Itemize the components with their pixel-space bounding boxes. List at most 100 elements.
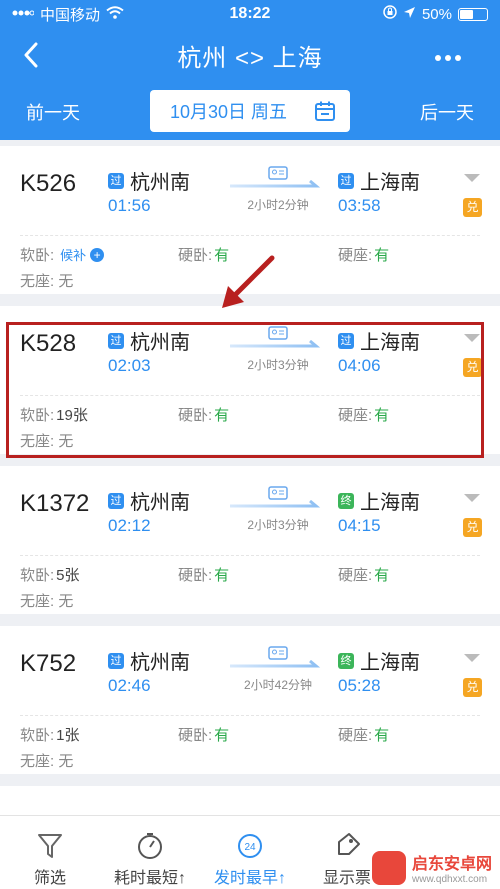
nav-bar: 杭州 <> 上海 [0, 28, 500, 82]
hard-seat-label: 硬座: [338, 247, 373, 264]
travel-duration: 2小时42分钟 [243, 678, 313, 692]
chevron-down-icon[interactable] [464, 494, 480, 502]
route-arrow-icon [230, 500, 321, 508]
arrival-station-name: 上海南 [360, 652, 420, 674]
arrival-time: 03:58 [338, 196, 381, 215]
train-number: K526 [20, 170, 77, 197]
hard-sleeper: 硬卧: 有 [178, 564, 229, 585]
arrival-badge: 终 [338, 652, 354, 669]
train-card[interactable]: K1372 过 杭州南 02:12 2小时3分钟 终 上海南 04:15 兑 软… [0, 466, 500, 614]
chevron-down-icon[interactable] [464, 654, 480, 662]
hard-sleeper-value: 有 [214, 567, 230, 584]
route-arrow-icon [230, 660, 321, 668]
prev-day-button[interactable]: 前一天 [26, 99, 80, 125]
date-selector[interactable]: 10月30日 周五 [150, 90, 350, 132]
soft-sleeper-value: 候补 [60, 248, 87, 263]
train-number: K752 [20, 650, 77, 677]
battery-icon [458, 7, 488, 21]
no-seat-value: 无 [58, 273, 74, 290]
plus-icon[interactable]: + [90, 247, 105, 262]
departure-time: 02:12 [108, 516, 151, 535]
train-number: K1372 [20, 490, 90, 517]
soft-sleeper-label: 软卧: [20, 247, 55, 264]
train-card[interactable]: K752 过 杭州南 02:46 2小时42分钟 终 上海南 05:28 兑 软… [0, 626, 500, 774]
departure-station-name: 杭州南 [130, 172, 190, 194]
travel-duration: 2小时3分钟 [247, 518, 309, 532]
hard-sleeper-label: 硬卧: [178, 727, 213, 744]
hard-seat-value: 有 [374, 247, 390, 264]
arrival-badge: 终 [338, 492, 354, 509]
no-seat: 无座: 无 [20, 270, 73, 291]
no-seat-label: 无座: [20, 273, 55, 290]
departure-badge: 过 [108, 172, 124, 189]
chevron-down-icon[interactable] [464, 174, 480, 182]
divider [20, 715, 480, 716]
tab-label: 显示票 [322, 870, 371, 887]
departure-time: 01:56 [108, 196, 151, 215]
soft-sleeper-value: 1张 [56, 727, 80, 744]
battery-fill [460, 9, 473, 19]
soft-sleeper: 软卧: 1张 [20, 724, 80, 745]
soft-sleeper[interactable]: 软卧: 候补 + [20, 244, 105, 265]
soft-sleeper: 软卧: 5张 [20, 564, 80, 585]
highlight-box [6, 322, 484, 458]
watermark: 启东安卓网 www.qdhxxt.com [370, 846, 500, 889]
route-arrow-icon [230, 180, 321, 188]
departure-badge: 过 [108, 652, 124, 669]
tab-earliest-departure[interactable]: 24 发时最早↑ [208, 816, 292, 889]
hard-seat: 硬座: 有 [338, 564, 389, 585]
arrival-station-name: 上海南 [360, 172, 420, 194]
hard-seat: 硬座: 有 [338, 244, 389, 265]
arrival-station: 终 上海南 [338, 646, 420, 675]
redeem-badge: 兑 [463, 518, 482, 537]
hard-sleeper-label: 硬卧: [178, 247, 213, 264]
date-bar: 前一天 10月30日 周五 后一天 [0, 82, 500, 140]
clock-24-icon: 24 [236, 832, 264, 860]
hard-sleeper-label: 硬卧: [178, 567, 213, 584]
hard-sleeper: 硬卧: 有 [178, 724, 229, 745]
train-card-partial[interactable] [0, 786, 500, 816]
filter-icon [37, 832, 63, 860]
red-arrow-icon [222, 255, 275, 308]
arrival-time: 05:28 [338, 676, 381, 695]
date-label: 10月30日 周五 [170, 102, 288, 122]
arrival-station: 终 上海南 [338, 486, 420, 515]
no-seat-label: 无座: [20, 753, 55, 770]
divider [20, 555, 480, 556]
hard-sleeper-value: 有 [214, 727, 230, 744]
next-day-button[interactable]: 后一天 [420, 99, 474, 125]
tab-shortest-duration[interactable]: 耗时最短↑ [108, 816, 192, 889]
hard-seat-label: 硬座: [338, 727, 373, 744]
page-title: 杭州 <> 上海 [177, 44, 323, 72]
departure-time: 02:46 [108, 676, 151, 695]
soft-sleeper-value: 5张 [56, 567, 80, 584]
arrival-badge: 过 [338, 172, 354, 189]
divider [20, 235, 480, 236]
tab-label: 筛选 [33, 870, 66, 887]
no-seat-value: 无 [58, 753, 74, 770]
redeem-badge: 兑 [463, 678, 482, 697]
more-button[interactable] [434, 42, 462, 64]
arrival-station-name: 上海南 [360, 492, 420, 514]
hard-seat-value: 有 [374, 567, 390, 584]
arrival-time: 04:15 [338, 516, 381, 535]
tab-label: 发时最早↑ [213, 870, 286, 887]
redeem-badge: 兑 [463, 198, 482, 217]
hard-seat-label: 硬座: [338, 567, 373, 584]
clock-badge: 24 [244, 842, 256, 853]
watermark-logo-icon [372, 850, 406, 885]
tab-filter[interactable]: 筛选 [26, 816, 74, 889]
no-seat-value: 无 [58, 593, 74, 610]
watermark-subtitle: www.qdhxxt.com [412, 874, 488, 885]
ticket-icon [333, 832, 361, 860]
departure-station: 过 杭州南 [108, 646, 190, 675]
departure-station-name: 杭州南 [130, 492, 190, 514]
travel-duration: 2小时2分钟 [247, 198, 309, 212]
soft-sleeper-label: 软卧: [20, 567, 55, 584]
status-time: 18:22 [229, 5, 271, 22]
no-seat: 无座: 无 [20, 750, 73, 771]
tab-label: 耗时最短↑ [113, 870, 186, 887]
departure-badge: 过 [108, 492, 124, 509]
stopwatch-icon [136, 832, 164, 860]
watermark-title: 启东安卓网 [412, 856, 493, 873]
